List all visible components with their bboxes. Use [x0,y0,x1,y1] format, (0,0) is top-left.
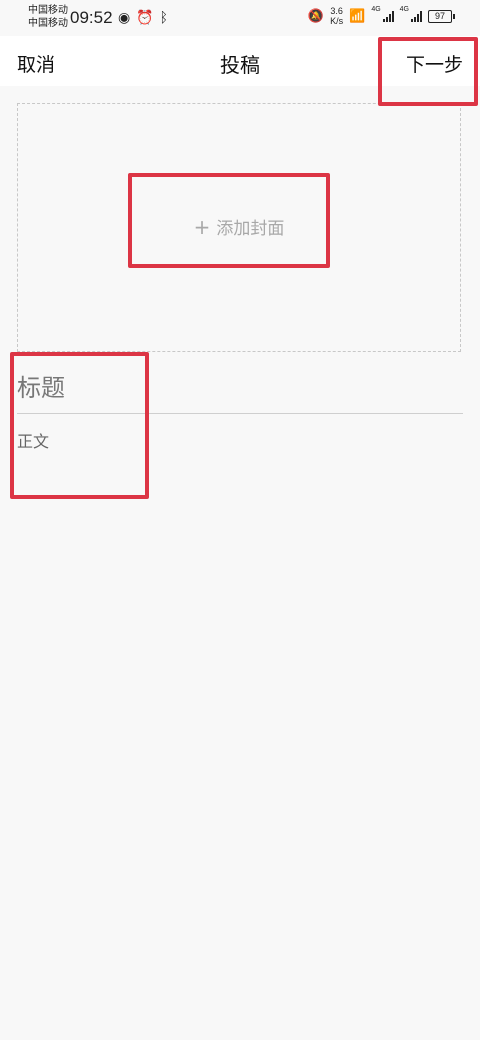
carrier-1: 中国移动 [28,5,68,16]
bluetooth-icon: ᛒ [159,9,169,25]
wifi-icon: 📶 [349,8,366,23]
highlight-add-cover [128,173,330,268]
highlight-next-step [378,37,478,106]
battery-icon: 97 [428,9,455,23]
alarm-icon: ⏰ [136,9,154,25]
status-icons-right: 🔕 3.6 K/s 📶 4G 4G 97 [307,6,455,26]
speed-value: 3.6 [330,6,343,16]
status-icons-left: ◉ ⏰ ᛒ [118,9,168,26]
eye-icon: ◉ [118,9,131,25]
speed-unit: K/s [330,16,344,26]
carrier-labels: 中国移动 中国移动 [28,4,68,30]
signal-icon-1 [382,10,394,22]
carrier-2: 中国移动 [28,18,68,29]
highlight-title-body [10,352,149,499]
signal-icon-2 [411,10,422,22]
status-bar: 中国移动 中国移动 09:52 ◉ ⏰ ᛒ 🔕 3.6 K/s 📶 4G 4G … [0,0,480,36]
mute-bell-icon: 🔕 [307,8,325,23]
network-type-1: 4G [371,6,381,13]
network-type-2: 4G [399,6,409,13]
status-time: 09:52 [70,8,113,27]
network-speed: 3.6 K/s [330,6,343,26]
